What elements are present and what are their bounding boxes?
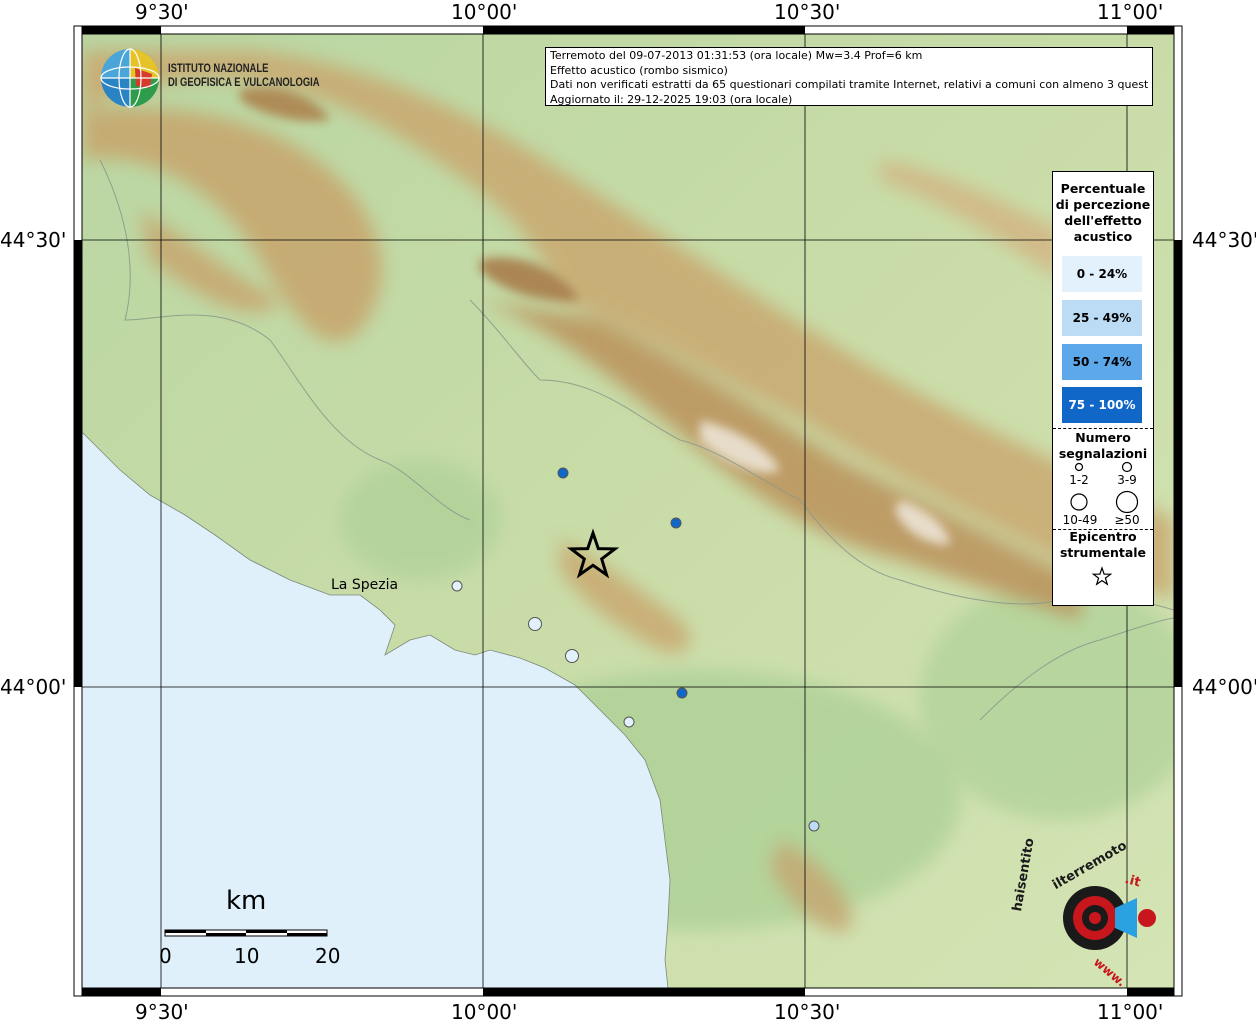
- town-label-la-spezia: La Spezia: [331, 577, 399, 593]
- ingv-logo-icon: [100, 48, 160, 108]
- count-label-50: ≥50: [1114, 513, 1140, 527]
- lon-label-top-3: 10°30': [774, 0, 841, 24]
- obs-point: [670, 517, 682, 529]
- legend-epicenter-title-line: Epicentro: [1069, 529, 1137, 544]
- event-info-line-2: Effetto acustico (rombo sismico): [550, 63, 728, 77]
- legend: Percentuale di percezione dell'effetto a…: [1052, 171, 1154, 606]
- count-symbol-xlarge: [1115, 490, 1139, 514]
- count-symbol-medium: [1121, 461, 1133, 473]
- lon-label-bottom-4: 11°00': [1097, 1000, 1164, 1024]
- ingv-line-1: ISTITUTO NAZIONALE: [168, 63, 269, 75]
- obs-point: [808, 820, 820, 832]
- scale-unit: km: [226, 886, 267, 916]
- lon-label-top-4: 11°00': [1097, 0, 1164, 24]
- lon-label-top-1: 9°30': [135, 0, 189, 24]
- lon-label-bottom-2: 10°00': [451, 1000, 518, 1024]
- lon-label-bottom-3: 10°30': [774, 1000, 841, 1024]
- count-label-3-9: 3-9: [1117, 473, 1137, 487]
- scale-tick-0: 0: [159, 944, 172, 968]
- event-info-line-4: Aggiornato il: 29-12-2025 19:03 (ora loc…: [550, 92, 793, 106]
- count-label-1-2: 1-2: [1069, 473, 1089, 487]
- obs-point: [623, 716, 635, 728]
- ingv-line-2: DI GEOFISICA E VULCANOLOGIA: [168, 77, 320, 89]
- obs-point: [528, 617, 542, 631]
- legend-epicenter-title: Epicentro strumentale: [1053, 529, 1153, 561]
- count-symbol-large: [1070, 493, 1088, 511]
- obs-point: [557, 467, 569, 479]
- lat-label-left-1: 44°30': [0, 228, 67, 252]
- event-info-line-1: Terremoto del 09-07-2013 01:31:53 (ora l…: [550, 49, 923, 62]
- lat-label-right-2: 44°00': [1192, 675, 1256, 699]
- count-symbol-small: [1074, 462, 1084, 472]
- lon-label-top-2: 10°00': [451, 0, 518, 24]
- legend-star-icon: [1091, 566, 1113, 586]
- event-info-box: Terremoto del 09-07-2013 01:31:53 (ora l…: [545, 47, 1153, 106]
- scale-tick-10: 10: [234, 944, 260, 968]
- scale-bar: [164, 929, 328, 937]
- legend-epicenter-title-line: strumentale: [1059, 545, 1147, 560]
- count-label-10-49: 10-49: [1062, 513, 1098, 527]
- lat-label-right-1: 44°30': [1192, 228, 1256, 252]
- obs-point: [676, 687, 688, 699]
- obs-point: [565, 649, 579, 663]
- lat-label-left-2: 44°00': [0, 675, 67, 699]
- ingv-logo-text: ISTITUTO NAZIONALE DI GEOFISICA E VULCAN…: [168, 62, 320, 90]
- obs-point: [451, 580, 463, 592]
- scale-tick-20: 20: [315, 944, 341, 968]
- event-info-line-3: Dati non verificati estratti da 65 quest…: [550, 78, 1148, 91]
- lon-label-bottom-1: 9°30': [135, 1000, 189, 1024]
